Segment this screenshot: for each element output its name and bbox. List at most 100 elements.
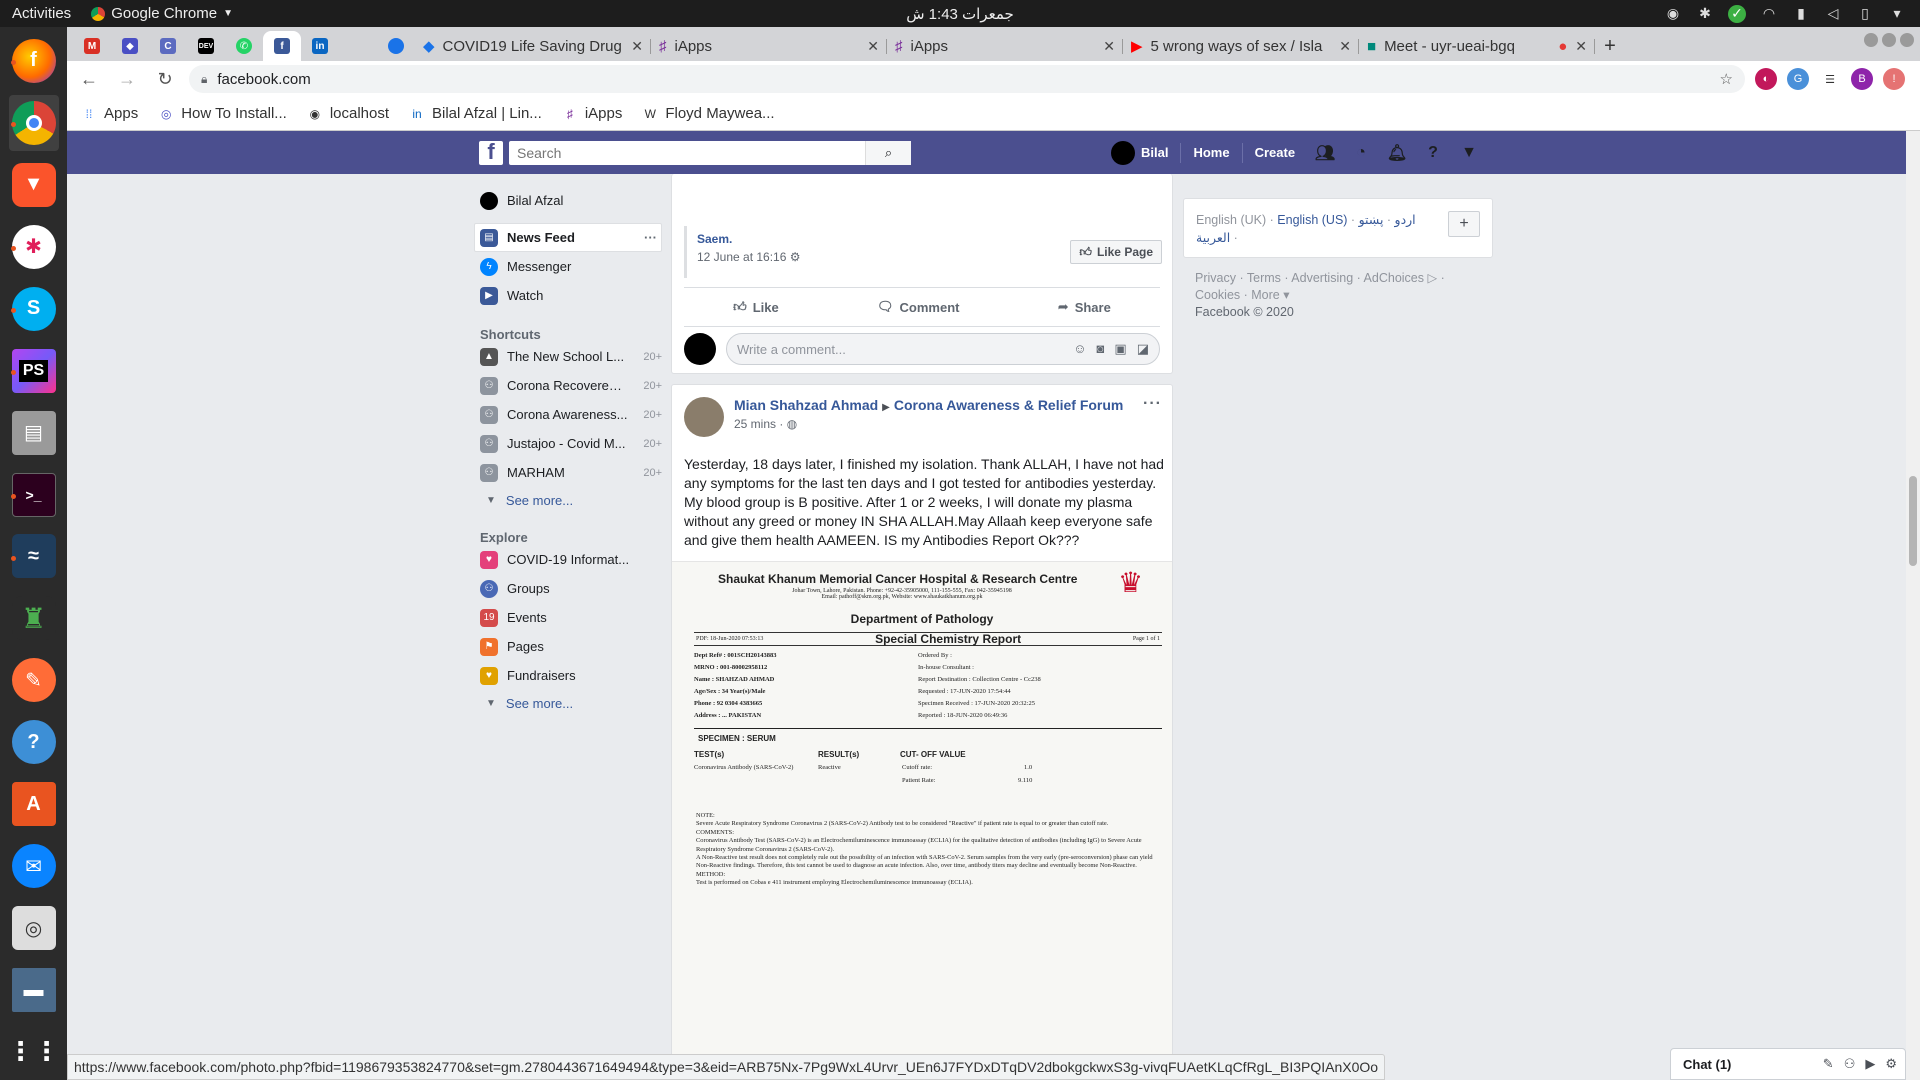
- app-menu[interactable]: Google Chrome ▼: [91, 5, 233, 22]
- grammarly-extension-icon[interactable]: G: [1787, 68, 1809, 90]
- footer-links-row[interactable]: Privacy · Terms · Advertising · AdChoice…: [1195, 270, 1481, 287]
- bookmark-apps[interactable]: ⁞⁞ Apps: [81, 105, 139, 122]
- obs-icon[interactable]: ◉: [1664, 5, 1682, 23]
- create-link[interactable]: Create: [1243, 143, 1307, 163]
- close-window-button[interactable]: [1900, 33, 1914, 47]
- time-text[interactable]: 25 mins: [734, 417, 776, 431]
- facebook-logo[interactable]: f: [479, 139, 503, 165]
- reload-icon[interactable]: ↻: [151, 65, 179, 93]
- tab-gmail[interactable]: M: [73, 31, 111, 61]
- bookmark-star-icon[interactable]: ☆: [1720, 70, 1733, 88]
- like-page-button[interactable]: 👍︎ Like Page: [1070, 240, 1162, 264]
- chat-bar[interactable]: Chat (1) ✎ ⚇ ▶ ⚙: [1670, 1048, 1906, 1080]
- forward-arrow-icon[interactable]: →: [113, 65, 141, 93]
- dock-rhythmbox[interactable]: ◎: [9, 900, 59, 956]
- tab-iapps-2[interactable]: ♯ iApps ✕: [887, 31, 1123, 61]
- add-language-button[interactable]: +: [1448, 211, 1480, 237]
- profile-link[interactable]: Bilal: [1111, 140, 1182, 165]
- maximize-button[interactable]: [1882, 33, 1896, 47]
- reading-list-icon[interactable]: ☰: [1819, 68, 1841, 90]
- sidebar-item-watch[interactable]: ▶ Watch: [478, 281, 662, 310]
- video-call-icon[interactable]: ▶: [1865, 1056, 1875, 1072]
- dock-robo3t[interactable]: ♜: [9, 590, 59, 646]
- tab-covid-drug[interactable]: ◆ COVID19 Life Saving Drug ✕: [415, 31, 651, 61]
- account-menu-chevron-icon[interactable]: ▼: [1451, 144, 1487, 162]
- tab-pinned-3[interactable]: C: [149, 31, 187, 61]
- bookmark-linkedin[interactable]: in Bilal Afzal | Lin...: [409, 105, 541, 122]
- language-link[interactable]: English (US): [1277, 213, 1347, 227]
- author-name[interactable]: Mian Shahzad Ahmad: [734, 397, 878, 413]
- search-input[interactable]: [509, 140, 865, 165]
- bookmark-wikipedia[interactable]: W Floyd Maywea...: [642, 105, 775, 122]
- shortcut-item[interactable]: ⚇ Justajoo - Covid M... 20+: [478, 429, 662, 458]
- dock-terminal[interactable]: >_: [9, 467, 59, 523]
- bookmark-how-to-install[interactable]: ◎ How To Install...: [158, 105, 287, 122]
- camera-icon[interactable]: ◙: [1097, 341, 1105, 357]
- dock-firefox[interactable]: f: [9, 33, 59, 89]
- emoji-icon[interactable]: ☺: [1073, 341, 1086, 357]
- dock-show-apps[interactable]: ⋮⋮: [8, 1024, 60, 1080]
- close-icon[interactable]: ✕: [1339, 38, 1351, 55]
- language-link[interactable]: العربية: [1196, 231, 1230, 245]
- dock-mysql-workbench[interactable]: ≈: [9, 529, 59, 585]
- close-icon[interactable]: ✕: [1575, 38, 1587, 55]
- sticker-icon[interactable]: ◪: [1137, 341, 1149, 357]
- author-avatar[interactable]: [684, 397, 724, 437]
- dock-screen[interactable]: ▬: [9, 962, 59, 1018]
- volume-icon[interactable]: ◁: [1824, 5, 1842, 23]
- tab-iapps-1[interactable]: ♯ iApps ✕: [651, 31, 887, 61]
- explore-item-covid[interactable]: ♥ COVID-19 Informat...: [478, 545, 662, 574]
- help-icon[interactable]: ?: [1415, 144, 1451, 162]
- scrollbar[interactable]: [1906, 131, 1920, 1080]
- search-icon[interactable]: ⌕: [865, 140, 911, 165]
- tab-youtube[interactable]: ▶ 5 wrong ways of sex / Isla ✕: [1123, 31, 1359, 61]
- tab-facebook[interactable]: f: [263, 31, 301, 61]
- update-icon[interactable]: !: [1883, 68, 1905, 90]
- activities-button[interactable]: Activities: [12, 5, 71, 22]
- bookmark-iapps[interactable]: ♯ iApps: [562, 105, 623, 122]
- footer-links-row[interactable]: Cookies · More ▾: [1195, 287, 1481, 304]
- dock-software[interactable]: A: [9, 776, 59, 832]
- see-more-explore[interactable]: ▼ See more...: [478, 690, 662, 716]
- shortcut-item[interactable]: ⚇ Corona Recovered ... 20+: [478, 371, 662, 400]
- explore-item-pages[interactable]: ⚑ Pages: [478, 632, 662, 661]
- share-button[interactable]: ➦ Share: [1058, 299, 1111, 315]
- tab-dev[interactable]: DEV: [187, 31, 225, 61]
- gear-icon[interactable]: ⚙: [1885, 1056, 1897, 1072]
- sidebar-item-news-feed[interactable]: ▤ News Feed ···: [474, 223, 662, 252]
- dock-thunderbird[interactable]: ✉: [9, 838, 59, 894]
- create-group-icon[interactable]: ⚇: [1844, 1056, 1856, 1072]
- post-image[interactable]: Shaukat Khanum Memorial Cancer Hospital …: [672, 561, 1172, 1064]
- dock-slack[interactable]: ✱: [9, 219, 59, 275]
- clock[interactable]: جمعرات 1:43 ش: [906, 5, 1014, 23]
- see-more-shortcuts[interactable]: ▼ See more...: [478, 487, 662, 513]
- scrollbar-thumb[interactable]: [1909, 476, 1917, 566]
- slack-tray-icon[interactable]: ✱: [1696, 5, 1714, 23]
- wifi-icon[interactable]: ◠: [1760, 5, 1778, 23]
- lock-icon[interactable]: ▮: [1792, 5, 1810, 23]
- group-name[interactable]: Corona Awareness & Relief Forum: [894, 397, 1124, 413]
- dock-phpstorm[interactable]: PS: [9, 343, 59, 399]
- dock-brave[interactable]: ▼: [9, 157, 59, 213]
- more-options-icon[interactable]: ···: [644, 230, 657, 245]
- tab-whatsapp[interactable]: ✆: [225, 31, 263, 61]
- dock-postman[interactable]: ✎: [9, 652, 59, 708]
- tab-meet[interactable]: ■ Meet - uyr-ueai-bgq ● ✕: [1359, 31, 1595, 61]
- shortcut-item[interactable]: ⚇ MARHAM 20+: [478, 458, 662, 487]
- tab-pinned-2[interactable]: ◆: [111, 31, 149, 61]
- check-icon[interactable]: ✓: [1728, 4, 1746, 23]
- comment-button[interactable]: 🗨︎ Comment: [877, 299, 959, 315]
- close-icon[interactable]: ✕: [867, 38, 879, 55]
- friend-requests-icon[interactable]: 👥︎: [1307, 143, 1343, 163]
- power-menu-icon[interactable]: ▾: [1888, 5, 1906, 23]
- sidebar-item-messenger[interactable]: ϟ Messenger: [478, 252, 662, 281]
- bookmark-localhost[interactable]: ◉ localhost: [307, 105, 389, 122]
- new-message-icon[interactable]: ✎: [1823, 1056, 1834, 1072]
- date-text[interactable]: 12 June at 16:16: [697, 250, 786, 264]
- dock-help[interactable]: ?: [9, 714, 59, 770]
- dock-files[interactable]: ▤: [9, 405, 59, 461]
- explore-item-events[interactable]: 19 Events: [478, 603, 662, 632]
- close-icon[interactable]: ✕: [1103, 38, 1115, 55]
- comment-input[interactable]: Write a comment... ☺ ◙ ▣ ◪: [726, 333, 1160, 365]
- moon-extension-icon[interactable]: ◐: [1755, 68, 1777, 90]
